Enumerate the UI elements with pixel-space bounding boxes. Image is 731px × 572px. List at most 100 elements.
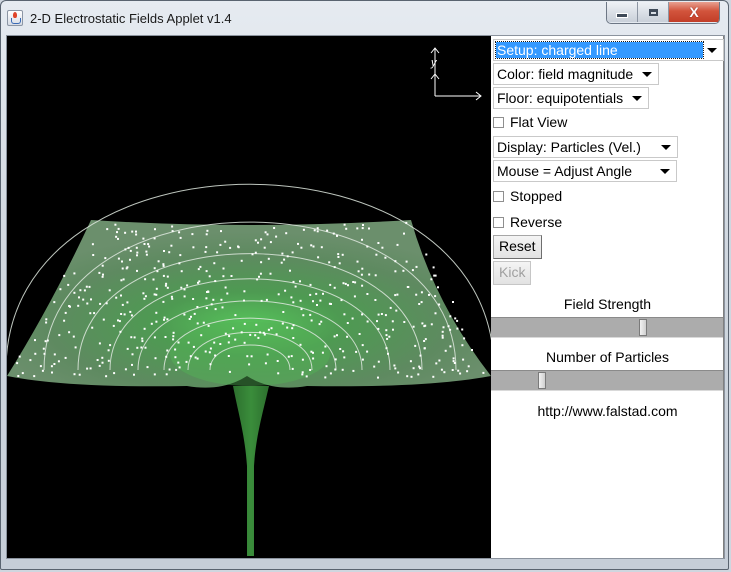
- particle: [432, 266, 435, 269]
- particle: [129, 310, 132, 313]
- particle: [224, 332, 227, 335]
- particle: [165, 373, 168, 376]
- particle: [166, 286, 169, 289]
- particle: [292, 301, 295, 304]
- particle: [457, 369, 460, 372]
- particle: [178, 366, 181, 369]
- particle: [136, 269, 138, 272]
- particle: [142, 292, 145, 295]
- floor-dropdown[interactable]: Floor: equipotentials: [493, 87, 649, 109]
- num-particles-slider[interactable]: [491, 370, 723, 391]
- particle: [391, 320, 394, 323]
- particle: [452, 301, 454, 303]
- particle: [405, 260, 408, 263]
- particle: [334, 358, 337, 361]
- particle: [154, 228, 156, 231]
- particle: [250, 355, 253, 358]
- particle: [301, 358, 304, 361]
- particle: [115, 296, 118, 299]
- particle: [362, 224, 364, 226]
- particle: [221, 306, 224, 309]
- particle: [310, 350, 313, 353]
- reset-button[interactable]: Reset: [493, 235, 542, 259]
- color-dropdown[interactable]: Color: field magnitude: [493, 63, 659, 85]
- setup-dropdown[interactable]: Setup: charged line: [493, 39, 724, 61]
- particle: [291, 327, 294, 330]
- particle: [320, 320, 323, 323]
- particle: [415, 265, 418, 268]
- particle: [269, 272, 272, 275]
- slider-thumb[interactable]: [638, 319, 647, 336]
- java-icon: [7, 10, 23, 26]
- particle: [227, 355, 230, 357]
- maximize-button[interactable]: [638, 2, 669, 22]
- display-dropdown[interactable]: Display: Particles (Vel.): [493, 136, 678, 158]
- particle: [418, 303, 421, 305]
- particle: [109, 344, 112, 347]
- particle: [122, 278, 125, 281]
- falstad-link[interactable]: http://www.falstad.com: [491, 403, 724, 419]
- close-button[interactable]: X: [669, 2, 719, 22]
- reverse-checkbox[interactable]: Reverse: [493, 213, 562, 231]
- title-bar[interactable]: 2-D Electrostatic Fields Applet v1.4 X: [1, 1, 728, 35]
- particle: [263, 246, 266, 249]
- reverse-label: Reverse: [510, 214, 563, 230]
- particle: [381, 246, 384, 249]
- particle: [243, 290, 246, 293]
- particle: [420, 301, 423, 304]
- particle: [266, 353, 269, 356]
- field-strength-slider[interactable]: [491, 317, 723, 338]
- particle: [171, 225, 174, 228]
- surface-plot[interactable]: y: [7, 36, 491, 558]
- particle: [162, 274, 165, 277]
- minimize-button[interactable]: [607, 2, 638, 22]
- num-particles-label: Number of Particles: [546, 349, 669, 365]
- particle: [361, 227, 364, 230]
- chevron-down-icon: [707, 48, 717, 53]
- particle: [234, 314, 237, 317]
- particle: [130, 336, 133, 339]
- particle: [93, 312, 96, 315]
- checkbox-box[interactable]: [493, 216, 504, 228]
- particle: [310, 319, 313, 322]
- particle: [345, 227, 348, 230]
- particle: [102, 273, 104, 276]
- particle: [332, 232, 335, 235]
- particle: [168, 368, 171, 371]
- particle: [164, 336, 167, 338]
- kick-button[interactable]: Kick: [493, 261, 532, 285]
- axes-indicator: [430, 47, 482, 101]
- particle: [185, 360, 188, 363]
- particle: [417, 373, 420, 376]
- particle: [96, 359, 99, 361]
- particle: [243, 341, 246, 344]
- checkbox-box[interactable]: [493, 190, 504, 202]
- mouse-mode-dropdown[interactable]: Mouse = Adjust Angle: [493, 160, 677, 182]
- slider-thumb[interactable]: [538, 372, 547, 389]
- particle: [374, 274, 377, 277]
- particle: [136, 251, 139, 254]
- particle: [197, 281, 199, 284]
- particle: [214, 280, 217, 283]
- particle: [68, 331, 71, 334]
- particle: [452, 357, 455, 360]
- particle: [442, 326, 445, 329]
- particle: [312, 245, 315, 248]
- particle: [361, 358, 364, 361]
- stopped-checkbox[interactable]: Stopped: [493, 187, 562, 205]
- flat-view-checkbox[interactable]: Flat View: [493, 113, 567, 131]
- particle: [192, 246, 195, 249]
- checkbox-box[interactable]: [493, 116, 504, 128]
- particle: [256, 278, 259, 281]
- particle: [83, 289, 86, 292]
- particle: [441, 336, 444, 339]
- particle: [72, 335, 75, 338]
- particle: [207, 324, 210, 327]
- field-view-canvas[interactable]: y: [7, 36, 491, 558]
- particle: [438, 359, 441, 362]
- particle: [291, 367, 294, 370]
- particle: [171, 297, 174, 300]
- particle: [353, 295, 356, 298]
- particle: [205, 246, 208, 249]
- particle: [162, 263, 165, 266]
